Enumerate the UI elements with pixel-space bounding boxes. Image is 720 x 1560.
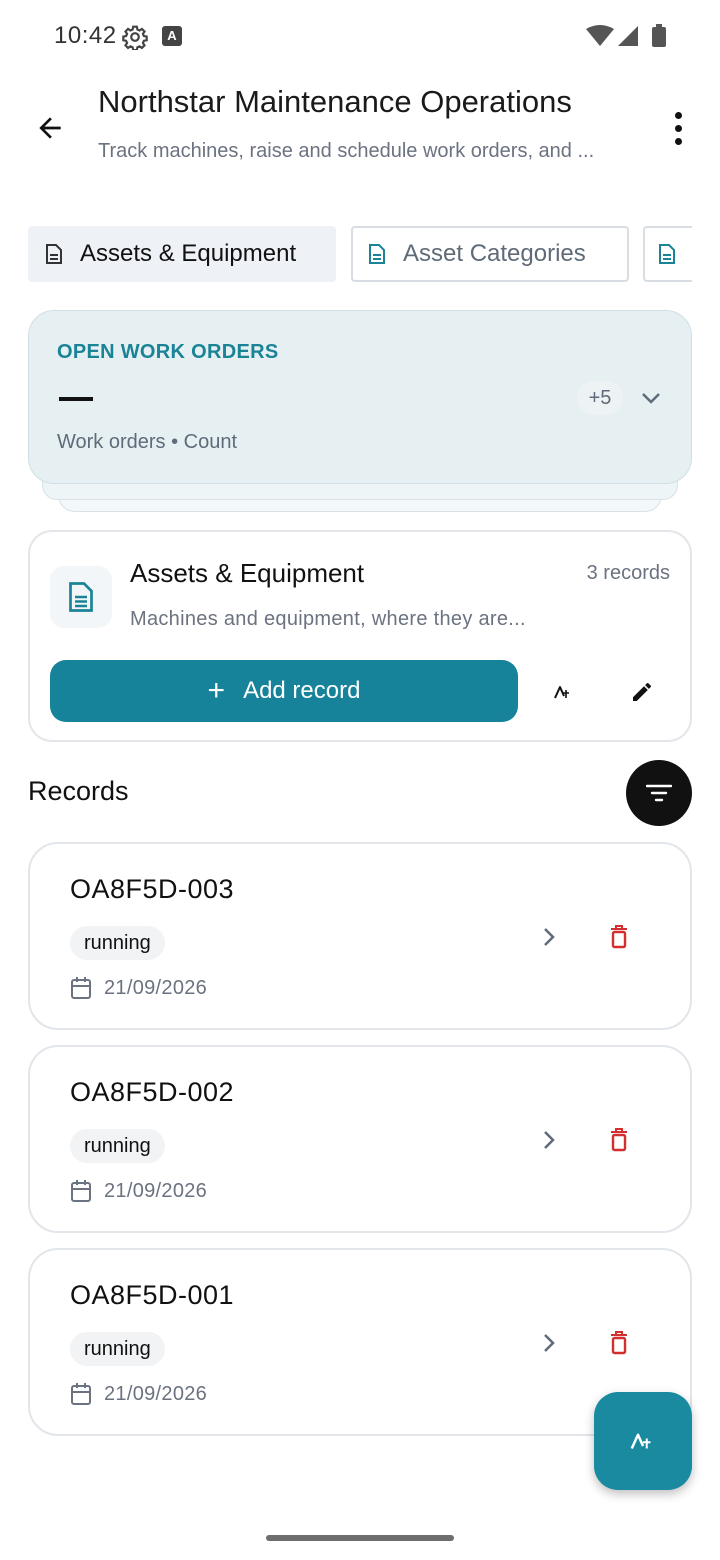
delete-record-button[interactable] [604, 920, 634, 954]
record-count: 3 records [586, 562, 670, 584]
trash-icon [611, 925, 627, 949]
plus-icon: + [207, 674, 226, 707]
delete-record-button[interactable] [604, 1123, 634, 1157]
tab-label: Asset Categories [403, 240, 586, 267]
more-vert-icon [674, 111, 682, 119]
open-record-button[interactable] [534, 922, 564, 952]
edit-table-button[interactable] [622, 672, 662, 712]
record-card[interactable]: OA8F5D-001 running 21/09/2026 [28, 1248, 692, 1436]
document-icon [659, 244, 675, 264]
table-icon [50, 566, 112, 628]
document-icon [69, 582, 93, 612]
home-indicator[interactable] [266, 1535, 454, 1541]
table-tabs: Assets & Equipment Asset Categories [28, 226, 692, 282]
filter-icon [646, 784, 672, 802]
ai-assistant-fab[interactable] [594, 1392, 692, 1490]
status-time: 10:42 [54, 22, 117, 49]
chevron-right-icon [544, 1334, 555, 1352]
calendar-icon [71, 977, 91, 999]
status-badge: running [70, 926, 165, 960]
records-heading: Records [28, 776, 129, 806]
ai-assist-button[interactable] [544, 672, 584, 712]
tab-asset-categories[interactable]: Asset Categories [351, 226, 629, 282]
record-card[interactable]: OA8F5D-002 running 21/09/2026 [28, 1045, 692, 1233]
stat-value-dash [59, 397, 93, 401]
record-date-row: 21/09/2026 [70, 1382, 207, 1406]
trash-icon [611, 1331, 627, 1355]
calendar-icon [71, 1180, 91, 1202]
chevron-down-icon[interactable] [639, 389, 663, 407]
calendar-icon [71, 1383, 91, 1405]
more-stats-badge[interactable]: +5 [577, 381, 623, 415]
tab-label: Assets & Equipment [80, 240, 297, 267]
document-icon [46, 244, 62, 264]
page-subtitle: Track machines, raise and schedule work … [98, 140, 595, 162]
record-id: OA8F5D-001 [70, 1280, 235, 1310]
stat-label: OPEN WORK ORDERS [57, 341, 279, 363]
sparkle-ai-icon [554, 686, 569, 699]
add-record-label: Add record [243, 677, 361, 704]
open-record-button[interactable] [534, 1125, 564, 1155]
pencil-icon [633, 682, 651, 701]
record-id: OA8F5D-003 [70, 874, 235, 904]
status-badge: running [70, 1129, 165, 1163]
tab-more[interactable] [643, 226, 692, 282]
chevron-right-icon [544, 928, 555, 946]
record-date: 21/09/2026 [104, 976, 208, 999]
page-title: Northstar Maintenance Operations [98, 84, 572, 119]
record-date: 21/09/2026 [104, 1382, 208, 1405]
trash-icon [611, 1128, 627, 1152]
system-status-icons [586, 24, 666, 47]
tab-assets-equipment[interactable]: Assets & Equipment [28, 226, 336, 282]
more-options-button[interactable] [666, 104, 690, 152]
table-title: Assets & Equipment [130, 558, 365, 588]
delete-record-button[interactable] [604, 1326, 634, 1360]
open-record-button[interactable] [534, 1328, 564, 1358]
status-badge: running [70, 1332, 165, 1366]
status-bar: 10:42 A [0, 0, 720, 72]
chevron-right-icon [544, 1131, 555, 1149]
arrow-left-icon [39, 117, 61, 139]
stat-caption: Work orders • Count [57, 431, 238, 453]
keyboard-notification-icon: A [162, 26, 182, 46]
sparkle-ai-icon [630, 1433, 651, 1450]
document-icon [369, 244, 385, 264]
back-button[interactable] [26, 104, 74, 152]
record-date: 21/09/2026 [104, 1179, 208, 1202]
table-description: Machines and equipment, where they are..… [130, 608, 526, 630]
stat-card-open-work-orders[interactable]: OPEN WORK ORDERS +5 Work orders • Count [28, 310, 692, 484]
settings-gear-icon [122, 25, 148, 50]
record-id: OA8F5D-002 [70, 1077, 235, 1107]
record-date-row: 21/09/2026 [70, 1179, 207, 1203]
filter-button[interactable] [626, 760, 692, 826]
record-card[interactable]: OA8F5D-003 running 21/09/2026 [28, 842, 692, 1030]
add-record-button[interactable]: + Add record [50, 660, 518, 722]
record-date-row: 21/09/2026 [70, 976, 207, 1000]
table-info-card: Assets & Equipment 3 records Machines an… [28, 530, 692, 742]
